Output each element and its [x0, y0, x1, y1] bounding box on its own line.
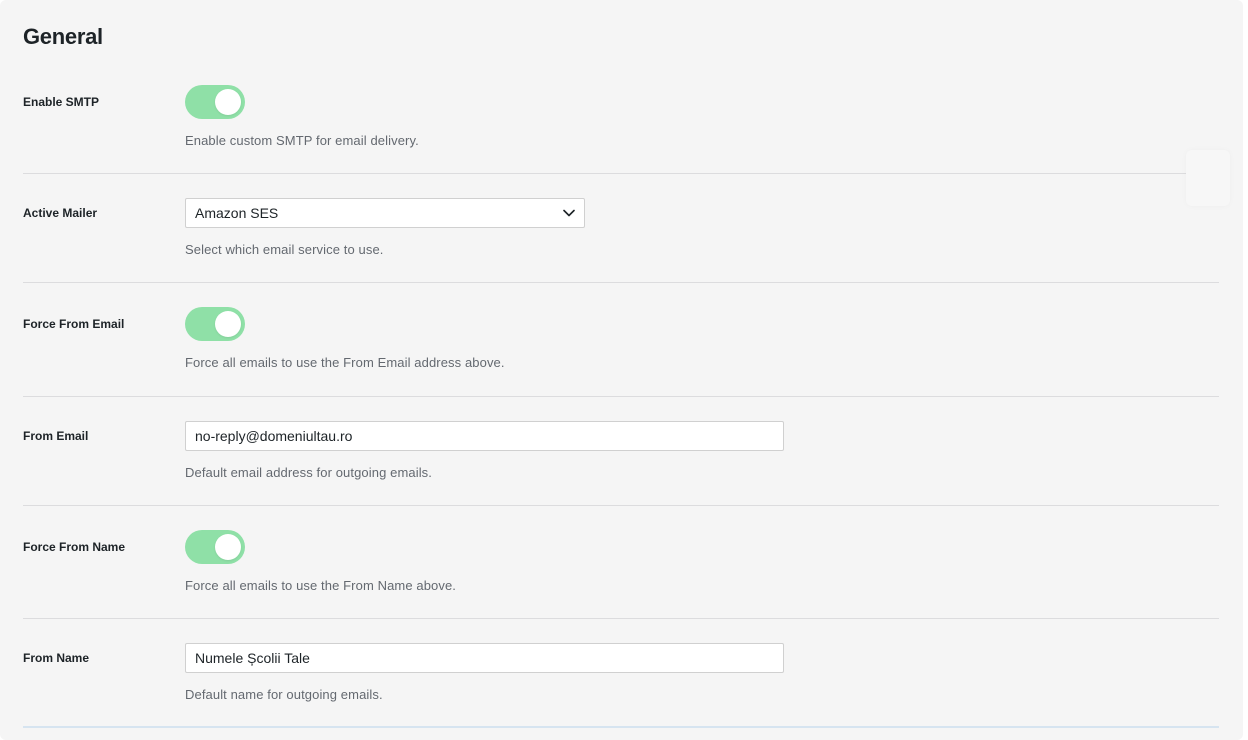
setting-description-force-from-name: Force all emails to use the From Name ab…	[185, 578, 457, 593]
chevron-down-icon	[563, 207, 575, 219]
setting-label-active-mailer: Active Mailer	[23, 206, 98, 220]
setting-description-from-name: Default name for outgoing emails.	[185, 687, 383, 702]
setting-row-active-mailer: Active Mailer Amazon SES Select which em…	[23, 174, 1219, 283]
setting-label-force-from-name: Force From Name	[23, 540, 126, 554]
section-title: General	[23, 24, 103, 49]
side-tab-handle	[1186, 150, 1230, 206]
from-email-input[interactable]	[185, 421, 784, 451]
setting-row-force-from-email: Force From Email Force all emails to use…	[23, 283, 1219, 397]
setting-label-force-from-email: Force From Email	[23, 317, 125, 331]
setting-row-enable-smtp: Enable SMTP Enable custom SMTP for email…	[23, 60, 1219, 174]
toggle-knob	[215, 89, 241, 115]
active-mailer-select[interactable]: Amazon SES	[185, 198, 585, 228]
from-name-input[interactable]	[185, 643, 784, 673]
setting-row-force-from-name: Force From Name Force all emails to use …	[23, 506, 1219, 619]
setting-row-from-email: From Email Default email address for out…	[23, 397, 1219, 506]
active-mailer-selected-value: Amazon SES	[195, 205, 279, 221]
toggle-knob	[215, 311, 241, 337]
setting-label-enable-smtp: Enable SMTP	[23, 95, 100, 109]
setting-description-active-mailer: Select which email service to use.	[185, 242, 384, 257]
setting-row-from-name: From Name Default name for outgoing emai…	[23, 619, 1219, 726]
setting-description-force-from-email: Force all emails to use the From Email a…	[185, 355, 505, 370]
enable-smtp-toggle[interactable]	[185, 85, 245, 119]
toggle-knob	[215, 534, 241, 560]
settings-panel: General Enable SMTP Enable custom SMTP f…	[0, 0, 1243, 740]
force-from-email-toggle[interactable]	[185, 307, 245, 341]
setting-label-from-email: From Email	[23, 429, 89, 443]
force-from-name-toggle[interactable]	[185, 530, 245, 564]
setting-description-from-email: Default email address for outgoing email…	[185, 465, 432, 480]
setting-description-enable-smtp: Enable custom SMTP for email delivery.	[185, 133, 419, 148]
setting-label-from-name: From Name	[23, 651, 90, 665]
